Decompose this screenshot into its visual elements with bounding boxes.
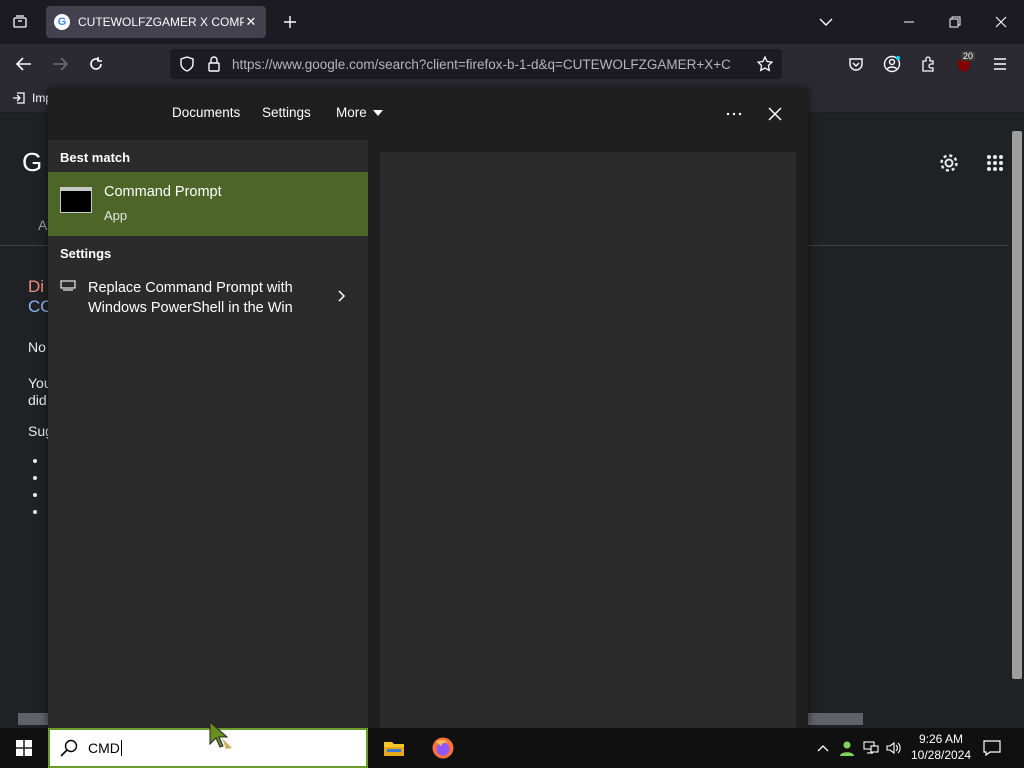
taskbar: CMD 9:26 AM 10/28/2024 <box>0 728 1024 768</box>
minimize-icon[interactable] <box>895 8 923 36</box>
setting-item-text: Replace Command Prompt with Windows Powe… <box>88 280 293 316</box>
vertical-scrollbar[interactable] <box>1008 113 1024 713</box>
search-filter-tabs: Documents Settings More <box>48 88 808 140</box>
text-cursor <box>120 740 122 756</box>
extensions-icon[interactable] <box>914 50 942 78</box>
firefox-icon[interactable] <box>429 734 457 762</box>
notification-center-icon[interactable] <box>978 734 1006 762</box>
bullet <box>33 459 37 463</box>
bullet <box>33 476 37 480</box>
apps-grid-icon[interactable] <box>981 149 1009 177</box>
mouse-cursor-icon <box>209 720 232 749</box>
lock-icon[interactable] <box>200 50 228 78</box>
list-all-tabs-icon[interactable] <box>812 8 840 36</box>
clock-date: 10/28/2024 <box>910 748 972 762</box>
new-tab-icon[interactable] <box>276 8 304 36</box>
bookmark-star-icon[interactable] <box>751 50 779 78</box>
tab-documents[interactable]: Documents <box>172 105 240 120</box>
bullet <box>33 510 37 514</box>
chevron-down-icon <box>372 109 383 116</box>
forward-icon[interactable] <box>46 50 74 78</box>
page-text-partial: No <box>28 339 46 355</box>
page-text-partial: did <box>28 392 47 408</box>
page-text-partial: Di <box>28 277 45 296</box>
restore-icon[interactable] <box>941 8 969 36</box>
page-tab-partial: A <box>38 217 48 233</box>
start-windows-icon[interactable] <box>10 734 38 762</box>
command-prompt-icon <box>60 187 92 213</box>
close-search-icon[interactable] <box>761 100 789 128</box>
result-title: Command Prompt <box>104 184 222 200</box>
more-options-ellipsis-icon[interactable] <box>720 100 748 128</box>
search-icon <box>60 739 78 757</box>
settings-item-icon <box>60 280 76 291</box>
bullet <box>33 493 37 497</box>
close-tab-icon[interactable]: ✕ <box>244 14 258 30</box>
tab-title: CUTEWOLFZGAMER X COMPU <box>78 15 244 29</box>
navigation-bar: https://www.google.com/search?client=fir… <box>0 44 1024 84</box>
result-preview-pane <box>368 140 808 728</box>
close-window-icon[interactable] <box>987 8 1015 36</box>
tracking-protection-shield-icon[interactable] <box>173 50 201 78</box>
search-results-list: Best match Command Prompt App Settings R… <box>48 140 368 728</box>
account-icon[interactable] <box>878 50 906 78</box>
url-bar[interactable]: https://www.google.com/search?client=fir… <box>170 49 782 79</box>
settings-heading: Settings <box>60 246 112 261</box>
tab-list-icon[interactable] <box>6 8 34 36</box>
google-logo: G <box>22 147 43 177</box>
pocket-icon[interactable] <box>842 50 870 78</box>
tab-more-label: More <box>336 105 367 120</box>
tab-more[interactable]: More <box>336 105 383 120</box>
result-replace-cmd-setting[interactable]: Replace Command Prompt with Windows Powe… <box>48 270 368 322</box>
search-query-text: CMD <box>88 740 120 756</box>
preview-content <box>380 152 796 728</box>
tab-bar: G CUTEWOLFZGAMER X COMPU ✕ <box>0 0 1024 44</box>
windows-search-panel: Documents Settings More Best match Comma… <box>48 88 808 728</box>
result-command-prompt[interactable]: Command Prompt App <box>48 172 368 236</box>
ublock-extension-icon[interactable]: 20 <box>950 50 978 78</box>
reload-icon[interactable] <box>82 50 110 78</box>
import-icon <box>13 92 25 104</box>
scrollbar-thumb[interactable] <box>1012 131 1022 679</box>
settings-gear-icon[interactable] <box>935 149 963 177</box>
best-match-heading: Best match <box>60 150 131 165</box>
extension-badge-count: 20 <box>961 51 976 61</box>
browser-tab[interactable]: G CUTEWOLFZGAMER X COMPU ✕ <box>46 6 266 38</box>
import-bookmarks-item[interactable]: Imp <box>12 91 52 105</box>
tab-settings[interactable]: Settings <box>262 105 311 120</box>
result-type: App <box>104 208 128 223</box>
chevron-right-icon <box>338 290 346 302</box>
clock-time: 9:26 AM <box>918 732 964 746</box>
tabs-hidden-area <box>48 88 172 140</box>
google-favicon-icon: G <box>54 14 70 30</box>
back-icon[interactable] <box>10 50 38 78</box>
file-explorer-icon[interactable] <box>380 734 408 762</box>
url-text: https://www.google.com/search?client=fir… <box>232 56 731 72</box>
menu-hamburger-icon[interactable] <box>986 50 1014 78</box>
system-clock[interactable]: 9:26 AM 10/28/2024 <box>904 731 978 763</box>
